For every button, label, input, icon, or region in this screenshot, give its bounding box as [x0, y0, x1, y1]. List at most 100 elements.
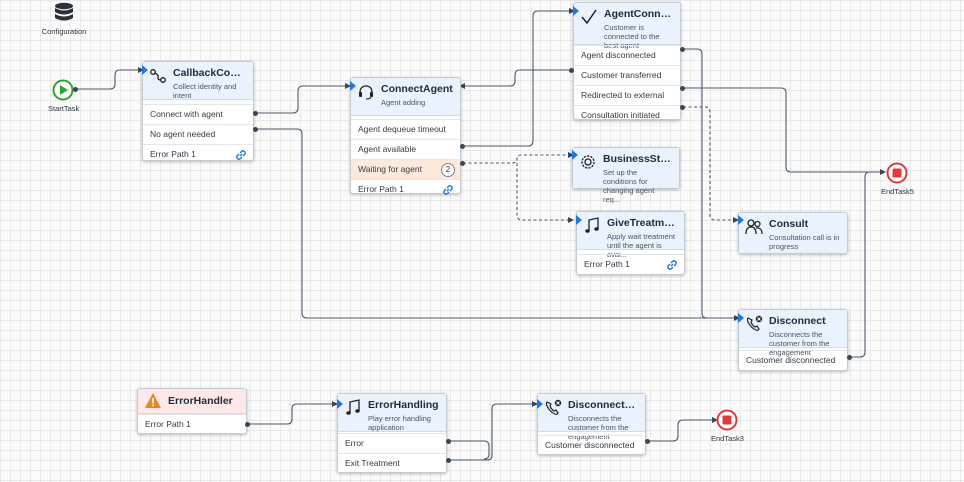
give-treatment-node[interactable]: GiveTreatment Apply wait treatment until… [576, 211, 685, 275]
disconnect-port-customer[interactable] [847, 355, 852, 360]
wire-waiting-business [463, 154, 568, 164]
errhandling-desc: Play error handling application [368, 414, 431, 432]
end-task5-node[interactable] [886, 162, 908, 184]
connected-row-consultation[interactable]: Consultation initiated [574, 105, 680, 125]
wire-errhandler-errhandling [248, 403, 332, 425]
end-task3-label: EndTask3 [711, 434, 744, 443]
connect-desc: Agent adding [381, 98, 426, 107]
errhandling-port-exit[interactable] [446, 458, 451, 463]
wire-exit-disconnecterr [449, 403, 532, 461]
connected-port-redirected[interactable] [680, 86, 685, 91]
disconnect-err-port-customer[interactable] [645, 439, 650, 444]
configuration-label: Configuration [41, 27, 87, 36]
connect-agent-node[interactable]: ConnectAgent Agent adding Agent dequeue … [350, 77, 461, 195]
start-task-node[interactable] [52, 79, 74, 101]
connect-port-available[interactable] [460, 144, 465, 149]
play-icon [52, 79, 74, 101]
connected-row-agentdisc[interactable]: Agent disconnected [574, 45, 680, 65]
route-icon [150, 69, 166, 83]
callback-port-connect[interactable] [253, 111, 258, 116]
disconnect-node[interactable]: Disconnect Disconnects the customer from… [738, 309, 848, 371]
connected-port-consultation[interactable] [680, 105, 685, 110]
connected-row-redirected[interactable]: Redirected to external [574, 85, 680, 105]
wire-error-disconnecterr [449, 440, 490, 460]
errhandling-row-exit[interactable]: Exit Treatment [338, 453, 446, 473]
errhandler-title: ErrorHandler [168, 395, 233, 407]
end-task5-label: EndTask5 [881, 187, 914, 196]
stop-icon [886, 162, 908, 184]
business-input-port[interactable] [572, 150, 578, 160]
music-note-icon [346, 399, 360, 415]
errhandling-title: ErrorHandling [368, 399, 439, 411]
users-icon [745, 219, 763, 235]
errhandling-row-error[interactable]: Error [338, 433, 446, 453]
consult-input-port[interactable] [738, 215, 744, 225]
callback-row-connect[interactable]: Connect with agent [143, 104, 253, 124]
treatment-input-port[interactable] [576, 215, 582, 225]
callback-desc: Collect identity and intent [173, 82, 237, 100]
callback-input-port[interactable] [142, 65, 148, 75]
error-handler-node[interactable]: ErrorHandler Error Path 1 [137, 388, 247, 434]
connect-title: ConnectAgent [381, 83, 453, 95]
callback-confirm-node[interactable]: CallbackConfirm... Collect identity and … [142, 61, 254, 161]
start-task-label: StartTask [48, 104, 80, 113]
wire-callback-connect [256, 85, 345, 114]
disconnect-err-row-customer[interactable]: Customer disconnected [538, 435, 645, 455]
error-handling-node[interactable]: ErrorHandling Play error handling applic… [337, 393, 447, 473]
connect-row-available[interactable]: Agent available [351, 139, 460, 159]
headset-icon [359, 85, 373, 100]
music-note-icon [585, 217, 599, 233]
checkmark-icon [581, 9, 597, 25]
business-title: BusinessStrategy [603, 153, 673, 165]
consult-node[interactable]: Consult Consultation call is in progress [738, 212, 848, 254]
business-desc: Set up the conditions for changing agent… [603, 168, 655, 204]
errhandler-row-error[interactable]: Error Path 1 [138, 414, 246, 434]
connected-row-transferred[interactable]: Customer transferred [574, 65, 680, 85]
phone-disconnect-icon [545, 399, 562, 415]
connected-port-agentdisc[interactable] [680, 47, 685, 52]
connect-input-port[interactable] [350, 81, 356, 91]
wire-redirected-end [683, 87, 880, 173]
configuration-node[interactable]: Configuration [38, 2, 90, 38]
wire-connect-connected [463, 10, 569, 147]
connect-row-timeout[interactable]: Agent dequeue timeout [351, 119, 460, 139]
errhandling-port-error[interactable] [446, 439, 451, 444]
start-port[interactable] [73, 87, 78, 92]
connected-input-port[interactable] [573, 6, 579, 16]
disconnect-err-input-port[interactable] [537, 399, 543, 409]
callback-port-noagent[interactable] [253, 127, 258, 132]
disconnect-title: Disconnect [769, 315, 826, 327]
agent-connected-node[interactable]: AgentConnected Customer is connected to … [573, 2, 681, 120]
connect-error-label: Error Path 1 [358, 184, 404, 194]
wire-start-callback [77, 69, 138, 90]
link-icon[interactable] [666, 259, 678, 271]
callback-row-noagent[interactable]: No agent needed [143, 124, 253, 144]
connect-port-waiting[interactable] [460, 161, 465, 166]
errhandler-port[interactable] [245, 422, 250, 427]
waiting-count-badge: 2 [441, 163, 455, 177]
disconnect-row-customer[interactable]: Customer disconnected [739, 350, 847, 370]
link-icon[interactable] [235, 149, 247, 161]
end-task3-node[interactable] [716, 409, 738, 431]
wire-disconnecterr-end [648, 419, 712, 442]
wire-consultation-consult [683, 106, 733, 221]
disconnect-input-port[interactable] [738, 313, 744, 323]
connect-row-error[interactable]: Error Path 1 [351, 179, 460, 199]
consult-title: Consult [769, 218, 809, 230]
disconnect-on-error-node[interactable]: DisconnectOnEr... Disconnects the custom… [537, 393, 646, 455]
treatment-row-error[interactable]: Error Path 1 [577, 254, 684, 274]
business-strategy-node[interactable]: BusinessStrategy Set up the conditions f… [572, 147, 680, 204]
callback-row-error[interactable]: Error Path 1 [143, 144, 253, 164]
wire-agentdisc-disconnect [683, 48, 734, 319]
gear-icon [581, 155, 595, 169]
treatment-title: GiveTreatment [607, 217, 678, 229]
connect-waiting-label: Waiting for agent [358, 164, 422, 174]
callback-title: CallbackConfirm... [173, 67, 247, 79]
connect-row-waiting[interactable]: Waiting for agent 2 [351, 159, 460, 179]
warning-icon [145, 393, 161, 408]
errhandling-input-port[interactable] [337, 399, 343, 409]
connected-port-transferred[interactable] [569, 68, 574, 73]
treatment-error-label: Error Path 1 [584, 259, 630, 269]
wire-transferred-connect [465, 69, 572, 87]
link-icon[interactable] [442, 184, 454, 196]
